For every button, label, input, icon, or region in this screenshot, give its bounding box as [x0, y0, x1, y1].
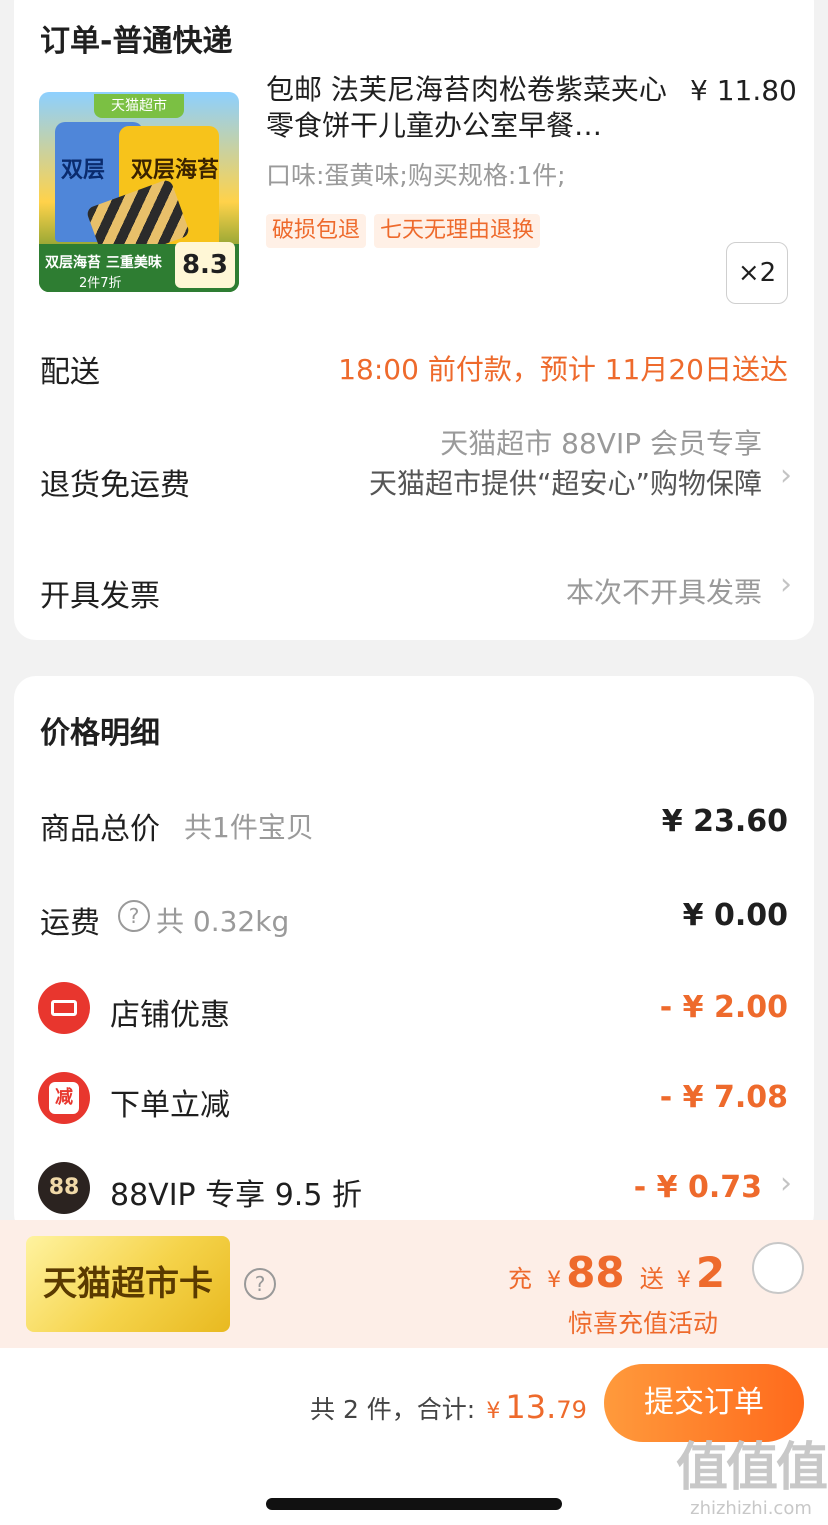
order-total: 共 2 件，合计: ¥ 13.79	[310, 1388, 587, 1426]
shipping-label: 运费	[40, 906, 100, 941]
product-can-label: 双层海苔	[131, 158, 220, 183]
discount-value: - ¥ 2.00	[659, 990, 788, 1025]
discount-label: 店铺优惠	[110, 998, 230, 1033]
return-shipping-label: 退货免运费	[40, 468, 190, 503]
vip88-icon: 88	[38, 1162, 90, 1214]
invoice-row[interactable]: 开具发票 本次不开具发票 ›	[14, 565, 814, 615]
product-spec[interactable]: 口味:蛋黄味;购买规格:1件;	[266, 156, 566, 192]
delivery-label: 配送	[40, 355, 100, 390]
total-summary: 共 2 件，合计:	[310, 1395, 476, 1424]
tag-seven-day-return: 七天无理由退换	[374, 214, 541, 248]
return-shipping-line2: 天猫超市提供“超安心”购物保障	[368, 467, 762, 500]
product-image-slogan: 双层海苔 三重美味	[45, 255, 162, 271]
market-card-image[interactable]: 天猫超市卡	[26, 1236, 230, 1332]
order-card: 订单-普通快递 天猫超市 双层 双层海苔 双层海苔 三重美味 2件7折 8.3 …	[14, 0, 814, 640]
market-card-radio[interactable]	[752, 1242, 804, 1294]
discount-label: 下单立减	[110, 1088, 230, 1123]
watermark: 值值值 zhizhizhi.com	[676, 1438, 828, 1519]
product-image[interactable]: 天猫超市 双层 双层海苔 双层海苔 三重美味 2件7折 8.3	[39, 92, 239, 292]
chevron-right-icon: ›	[780, 1166, 792, 1201]
chevron-right-icon: ›	[780, 567, 792, 602]
recharge-offer: 充 ¥ 88 送 ¥ 2	[508, 1248, 726, 1297]
product-image-price: 8.3	[175, 242, 235, 288]
product-image-brand-strip: 天猫超市	[94, 94, 184, 118]
product-price: ¥ 11.80	[690, 74, 797, 107]
discount-label: 88VIP 专享 9.5 折	[110, 1178, 362, 1213]
discount-value: - ¥ 7.08	[659, 1080, 788, 1115]
return-shipping-line1: 天猫超市 88VIP 会员专享	[440, 427, 762, 460]
product-image-deal: 2件7折	[79, 276, 122, 291]
market-card-promo: 天猫超市卡 ? 充 ¥ 88 送 ¥ 2 惊喜充值活动	[0, 1220, 828, 1348]
chevron-right-icon: ›	[780, 458, 792, 493]
shipping-weight: 共 0.32kg	[156, 905, 290, 938]
total-amount: 13.	[505, 1388, 557, 1426]
return-shipping-row[interactable]: 退货免运费 天猫超市 88VIP 会员专享 天猫超市提供“超安心”购物保障 ›	[14, 420, 814, 530]
home-indicator[interactable]	[266, 1498, 562, 1510]
invoice-value: 本次不开具发票	[565, 576, 762, 609]
submit-order-button[interactable]: 提交订单	[604, 1364, 804, 1442]
ticket-icon	[38, 982, 90, 1034]
discount-value: - ¥ 0.73	[633, 1170, 762, 1205]
tag-damage-return: 破损包退	[266, 214, 367, 248]
product-can-label: 双层	[61, 158, 106, 183]
order-title: 订单-普通快递	[40, 24, 233, 59]
help-icon[interactable]: ?	[244, 1268, 276, 1300]
goods-total-label: 商品总价	[40, 812, 160, 847]
recharge-activity: 惊喜充值活动	[568, 1309, 719, 1338]
vip-discount-row[interactable]: 88 88VIP 专享 9.5 折 - ¥ 0.73 ›	[14, 1160, 814, 1220]
price-detail-card: 价格明细 商品总价 共1件宝贝 ¥ 23.60 运费 ? 共 0.32kg ¥ …	[14, 676, 814, 1236]
checkout-bar: 共 2 件，合计: ¥ 13.79 提交订单 值值值 zhizhizhi.com	[0, 1348, 828, 1525]
shipping-value: ¥ 0.00	[682, 898, 788, 933]
help-icon[interactable]: ?	[118, 900, 150, 932]
price-detail-title: 价格明细	[40, 716, 160, 751]
delivery-value: 18:00 前付款，预计 11月20日送达	[338, 353, 788, 386]
reduce-icon: 减	[38, 1072, 90, 1124]
invoice-label: 开具发票	[40, 579, 160, 614]
quantity-selector[interactable]: ×2	[726, 242, 788, 304]
goods-total-count: 共1件宝贝	[184, 811, 314, 844]
product-name[interactable]: 包邮 法芙尼海苔肉松卷紫菜夹心零食饼干儿童办公室早餐…	[266, 72, 681, 144]
goods-total-value: ¥ 23.60	[661, 804, 788, 839]
